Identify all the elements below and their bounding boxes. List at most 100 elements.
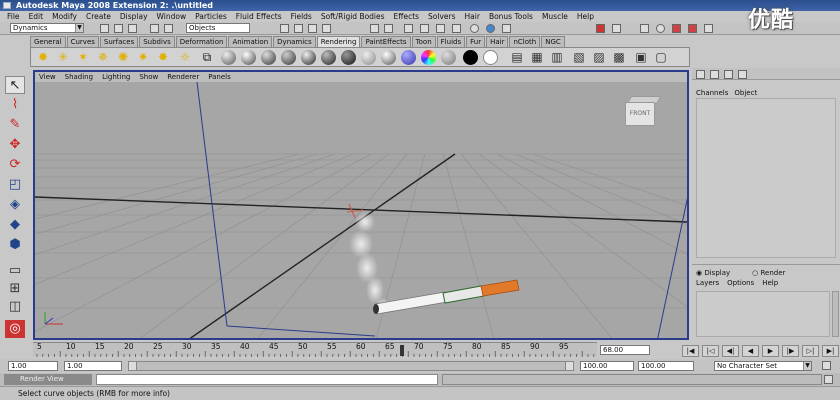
paint-select-tool-icon[interactable]: ✎ (5, 116, 25, 134)
shelf-tab-painteffects[interactable]: PaintEffects (361, 36, 411, 47)
viewport-menu-lighting[interactable]: Lighting (102, 72, 130, 82)
layer-menu-help[interactable]: Help (762, 279, 778, 287)
select-hierarchy-icon[interactable] (150, 24, 159, 33)
help-question-icon[interactable] (486, 24, 495, 33)
new-scene-icon[interactable] (100, 24, 109, 33)
layer-editor-toggle-icon[interactable] (738, 70, 747, 79)
channel-box-list[interactable] (696, 98, 836, 258)
target-icon[interactable] (502, 24, 511, 33)
horseshoe-magnet-icon[interactable] (672, 24, 681, 33)
render-layout-icon[interactable]: ◎ (5, 320, 25, 338)
soft-body-icon[interactable] (704, 24, 713, 33)
shelf-tab-dynamics[interactable]: Dynamics (273, 36, 316, 47)
input-connections-icon[interactable] (370, 24, 379, 33)
playback-end-field[interactable]: 100.00 (580, 361, 634, 371)
menu-hair[interactable]: Hair (462, 11, 486, 22)
shading-map-sphere-icon[interactable] (381, 50, 396, 65)
tool-settings-toggle-icon[interactable] (724, 70, 733, 79)
menu-create[interactable]: Create (83, 11, 117, 22)
sphere-icon[interactable] (656, 24, 665, 33)
step-back-icon[interactable]: |◁ (702, 345, 719, 357)
rotate-tool-icon[interactable]: ⟳ (5, 156, 25, 174)
black-hole-sphere-icon[interactable] (463, 50, 478, 65)
menu-help[interactable]: Help (574, 11, 600, 22)
channel-box-toggle-icon[interactable] (696, 70, 705, 79)
snap-grid-icon[interactable] (280, 24, 289, 33)
menu-soft-rigid-bodies[interactable]: Soft/Rigid Bodies (318, 11, 391, 22)
render-pass-icon[interactable]: ▢ (653, 50, 669, 65)
shelf-tab-curves[interactable]: Curves (66, 36, 99, 47)
current-frame-field[interactable]: 68.00 (600, 345, 650, 355)
checker-texture-icon[interactable] (441, 50, 456, 65)
time-slider[interactable]: 5 10 15 20 25 30 35 40 45 50 55 60 65 70… (33, 342, 597, 357)
shelf-tab-surfaces[interactable]: Surfaces (99, 36, 139, 47)
layer-list[interactable] (696, 291, 830, 337)
range-slider-start-handle[interactable] (129, 362, 137, 370)
layered-shader-sphere-icon[interactable] (321, 50, 336, 65)
play-forwards-icon[interactable]: ▶ (762, 345, 779, 357)
menu-edit[interactable]: Edit (26, 11, 50, 22)
ambient-light-icon[interactable]: ✺ (115, 50, 131, 65)
layer-list-scrollbar[interactable] (832, 291, 839, 337)
shelf-tab-fur[interactable]: Fur (466, 36, 486, 47)
channel-box-menu-channels[interactable]: Channels (696, 89, 728, 97)
render-layer-radio[interactable]: ○ Render (752, 269, 785, 277)
character-set-dropdown[interactable]: No Character Set ▼ (714, 361, 812, 371)
last-tool-icon[interactable]: ◆ (5, 216, 25, 234)
snap-point-icon[interactable] (308, 24, 317, 33)
area-light-icon[interactable]: ✳ (55, 50, 71, 65)
four-pane-layout-icon[interactable]: ⊞ (5, 280, 25, 298)
ipr-render-icon[interactable] (436, 24, 445, 33)
select-object-icon[interactable] (164, 24, 173, 33)
shelf-tab-animation[interactable]: Animation (228, 36, 273, 47)
surface-shader-sphere-icon[interactable] (341, 50, 356, 65)
menu-bonus-tools[interactable]: Bonus Tools (486, 11, 539, 22)
menu-modify[interactable]: Modify (49, 11, 83, 22)
use-background-sphere-icon[interactable] (401, 50, 416, 65)
shelf-tab-toon[interactable]: Toon (411, 36, 436, 47)
extra-tool-icon[interactable]: ⬢ (5, 236, 25, 254)
snap-curve-icon[interactable] (294, 24, 303, 33)
display-layer-radio[interactable]: ◉ Display (696, 269, 730, 277)
phong-sphere-icon[interactable] (261, 50, 276, 65)
shelf-tab-ncloth[interactable]: nCloth (509, 36, 541, 47)
viewport-menu-show[interactable]: Show (139, 72, 158, 82)
no-entry-icon[interactable] (688, 24, 697, 33)
selection-mode-dropdown[interactable]: Objects (186, 23, 250, 33)
playback-start-field[interactable]: 1.00 (64, 361, 122, 371)
blinn-sphere-icon[interactable] (241, 50, 256, 65)
command-input[interactable] (96, 374, 438, 385)
viewport-menu-panels[interactable]: Panels (208, 72, 231, 82)
history-icon[interactable] (404, 24, 413, 33)
render-frame-icon[interactable] (420, 24, 429, 33)
camera-icon[interactable]: ⧉ (199, 50, 215, 65)
channel-box-menu-object[interactable]: Object (734, 89, 757, 97)
two-pane-layout-icon[interactable]: ◫ (5, 298, 25, 316)
menu-muscle[interactable]: Muscle (539, 11, 574, 22)
step-forward-icon[interactable]: ▷| (802, 345, 819, 357)
cluster-icon[interactable] (612, 24, 621, 33)
viewport-menu-view[interactable]: View (39, 72, 56, 82)
render-layer-icon[interactable]: ▣ (633, 50, 649, 65)
directional-light-icon[interactable]: ✵ (95, 50, 111, 65)
attribute-editor-toggle-icon[interactable] (710, 70, 719, 79)
ipr-render-shelf-icon[interactable]: ▥ (549, 50, 565, 65)
shelf-tab-subdivs[interactable]: Subdivs (139, 36, 175, 47)
point-light-icon[interactable]: ✶ (75, 50, 91, 65)
shelf-tab-fluids[interactable]: Fluids (436, 36, 466, 47)
layer-menu-layers[interactable]: Layers (696, 279, 719, 287)
anisotropic-sphere-icon[interactable] (301, 50, 316, 65)
output-connections-icon[interactable] (384, 24, 393, 33)
menu-solvers[interactable]: Solvers (425, 11, 461, 22)
command-language-toggle[interactable]: Render View (4, 374, 92, 385)
render-current-frame-icon[interactable]: ▦ (529, 50, 545, 65)
white-sphere-icon[interactable] (483, 50, 498, 65)
menu-file[interactable]: File (4, 11, 26, 22)
batch-render-icon[interactable]: ▧ (571, 50, 587, 65)
light-linking-icon[interactable]: ✸ (155, 50, 171, 65)
script-editor-icon[interactable] (824, 375, 833, 384)
go-to-end-icon[interactable]: ▶| (822, 345, 839, 357)
menuset-dropdown[interactable]: Dynamics ▼ (10, 23, 84, 33)
shelf-tab-ngc[interactable]: NGC (541, 36, 565, 47)
step-back-key-icon[interactable]: ◀| (722, 345, 739, 357)
